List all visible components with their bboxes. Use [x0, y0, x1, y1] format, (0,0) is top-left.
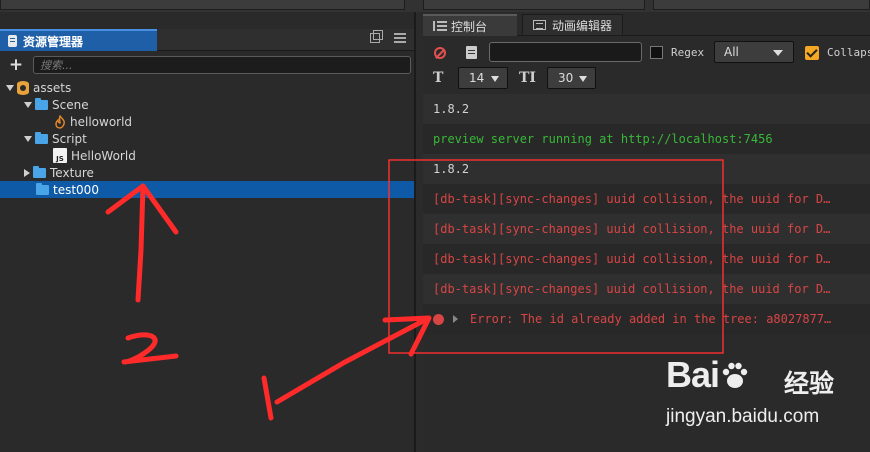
- line-height-icon: TI: [519, 70, 536, 86]
- animation-icon: [533, 20, 546, 30]
- tab-console[interactable]: 控制台: [423, 14, 517, 36]
- log-text: 1.8.2: [433, 162, 470, 176]
- log-text: 1.8.2: [433, 102, 470, 116]
- log-row[interactable]: [db-task][sync-changes] uuid collision, …: [423, 184, 870, 214]
- expand-arrow-icon[interactable]: [24, 101, 32, 108]
- log-row[interactable]: 1.8.2: [423, 94, 870, 124]
- add-asset-button[interactable]: +: [8, 57, 24, 74]
- log-row[interactable]: Error: The id already added in the tree:…: [423, 304, 870, 334]
- paw-icon: [722, 362, 748, 388]
- log-level-select[interactable]: All: [714, 41, 794, 63]
- tab-assets[interactable]: 资源管理器: [0, 29, 157, 51]
- collapse-label: Collapse: [827, 46, 870, 59]
- tree-item-label: test000: [53, 182, 99, 197]
- tree-item-label: helloworld: [70, 114, 133, 129]
- log-text: [db-task][sync-changes] uuid collision, …: [433, 222, 831, 236]
- log-level-value: All: [724, 45, 739, 59]
- regex-label: Regex: [671, 46, 705, 59]
- clear-console-icon[interactable]: [434, 47, 446, 59]
- tree-item-script[interactable]: Script: [0, 130, 414, 147]
- log-row[interactable]: [db-task][sync-changes] uuid collision, …: [423, 244, 870, 274]
- log-text: preview server running at http://localho…: [433, 132, 773, 146]
- assets-tabbar: 资源管理器: [0, 29, 414, 51]
- console-filter-input[interactable]: [489, 42, 642, 62]
- tree-item-test000[interactable]: test000: [0, 181, 414, 198]
- tab-animation-label: 动画编辑器: [552, 18, 613, 33]
- assets-search-row: +: [0, 53, 414, 77]
- log-text: [db-task][sync-changes] uuid collision, …: [433, 252, 831, 266]
- assets-tab-icon: [8, 35, 17, 47]
- tree-item-label: assets: [33, 80, 72, 95]
- database-icon: [17, 80, 29, 95]
- console-tabbar: 控制台 动画编辑器: [423, 14, 870, 36]
- collapse-arrow-icon[interactable]: [24, 168, 30, 177]
- log-row[interactable]: 1.8.2: [423, 154, 870, 184]
- console-font-toolbar: T 14 TI 30: [423, 66, 870, 92]
- assets-panel: 资源管理器 + assets Scene helloworld: [0, 12, 416, 452]
- expand-stack-icon[interactable]: [453, 315, 458, 323]
- tree-item-helloworld-scene[interactable]: helloworld: [0, 113, 414, 130]
- console-toolbar: Regex All Collapse: [423, 40, 870, 68]
- tab-console-label: 控制台: [451, 19, 488, 34]
- regex-checkbox[interactable]: [650, 46, 663, 59]
- open-log-file-icon[interactable]: [466, 46, 477, 59]
- log-row[interactable]: [db-task][sync-changes] uuid collision, …: [423, 274, 870, 304]
- watermark-url: jingyan.baidu.com: [666, 406, 820, 427]
- font-size-icon: T: [433, 70, 444, 86]
- dropdown-arrow-icon: [491, 76, 499, 82]
- tree-item-texture[interactable]: Texture: [0, 164, 414, 181]
- tree-item-label: Scene: [52, 97, 89, 112]
- hamburger-menu-icon[interactable]: [394, 33, 406, 43]
- tab-animation-editor[interactable]: 动画编辑器: [522, 14, 623, 36]
- restore-window-icon[interactable]: [370, 30, 383, 43]
- panel-controls: [370, 30, 406, 43]
- fire-icon: [55, 114, 65, 129]
- log-row[interactable]: preview server running at http://localho…: [423, 124, 870, 154]
- tree-item-label: Script: [52, 131, 87, 146]
- font-size-value: 14: [469, 71, 485, 85]
- watermark-logo-text: Bai: [666, 354, 720, 395]
- folder-icon: [35, 97, 48, 110]
- tree-item-assets[interactable]: assets: [0, 79, 414, 96]
- log-text: Error: The id already added in the tree:…: [470, 312, 832, 326]
- expand-arrow-icon[interactable]: [6, 84, 14, 91]
- tree-item-label: HelloWorld: [71, 148, 136, 163]
- line-height-select[interactable]: 30: [547, 67, 596, 89]
- tab-assets-label: 资源管理器: [23, 34, 84, 49]
- javascript-file-icon: JS: [53, 148, 67, 163]
- top-strip-segment: [653, 0, 870, 10]
- tree-item-helloworld-script[interactable]: JS HelloWorld: [0, 147, 414, 164]
- font-size-select[interactable]: 14: [458, 67, 508, 89]
- log-text: [db-task][sync-changes] uuid collision, …: [433, 282, 831, 296]
- folder-icon: [35, 131, 48, 144]
- expand-arrow-icon[interactable]: [24, 135, 32, 142]
- line-height-value: 30: [558, 71, 574, 85]
- log-row[interactable]: [db-task][sync-changes] uuid collision, …: [423, 214, 870, 244]
- watermark-cn-text: 经验: [784, 369, 835, 398]
- baidu-jingyan-watermark: Bai 经验 jingyan.baidu.com: [664, 354, 870, 452]
- folder-icon: [33, 165, 46, 178]
- folder-icon: [36, 182, 49, 195]
- dropdown-arrow-icon: [579, 76, 587, 82]
- dropdown-arrow-icon: [773, 50, 783, 56]
- tree-item-label: Texture: [50, 165, 94, 180]
- top-toolbar-strip: [0, 0, 870, 12]
- assets-search-input[interactable]: [33, 56, 411, 74]
- tree-item-scene[interactable]: Scene: [0, 96, 414, 113]
- collapse-checkbox[interactable]: [805, 46, 819, 60]
- top-strip-segment: [0, 0, 405, 10]
- error-icon: [433, 313, 444, 325]
- top-strip-segment: [423, 0, 645, 10]
- watermark-logo: Bai: [666, 354, 751, 396]
- console-icon: [433, 21, 447, 31]
- log-text: [db-task][sync-changes] uuid collision, …: [433, 192, 831, 206]
